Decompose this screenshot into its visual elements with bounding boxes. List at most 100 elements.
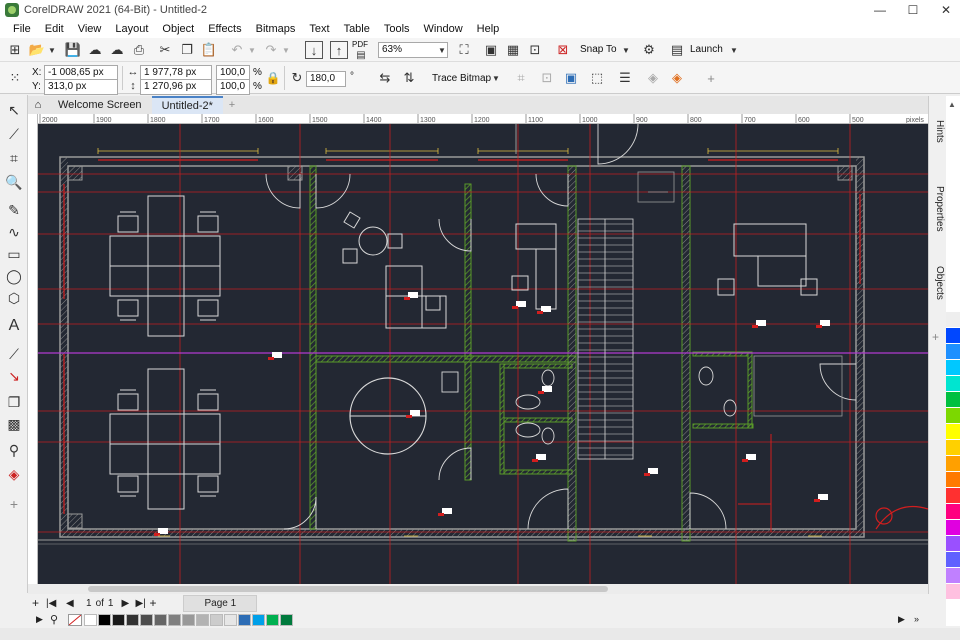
vertical-palette-swatch[interactable]	[946, 584, 960, 600]
add-docker-icon[interactable]: +	[932, 330, 939, 344]
undo-icon[interactable]: ↶	[228, 41, 246, 59]
pick-tool-icon[interactable]: ↖	[5, 101, 23, 119]
vertical-palette-swatch[interactable]	[946, 568, 960, 584]
snap-off-icon[interactable]: ⊠	[554, 41, 572, 59]
shape-tool-icon[interactable]: ⟋	[5, 125, 23, 143]
trace-bitmap-dropdown-icon[interactable]: ▼	[492, 74, 500, 83]
arrange-icon[interactable]: ◈	[668, 69, 686, 87]
layers-icon[interactable]: ◈	[644, 69, 662, 87]
rectangle-tool-icon[interactable]: ▭	[5, 245, 23, 263]
undo-dropdown-icon[interactable]: ▼	[248, 46, 256, 55]
crop-bitmap-icon[interactable]: ⌗	[512, 69, 530, 87]
scale-height-field[interactable]: 100,0	[216, 79, 250, 95]
paste-icon[interactable]: 📋	[200, 41, 218, 59]
menu-window[interactable]: Window	[417, 23, 470, 35]
vertical-palette-swatch[interactable]	[946, 536, 960, 552]
menu-table[interactable]: Table	[337, 23, 377, 35]
vertical-palette-swatch[interactable]	[946, 360, 960, 376]
palette-swatch[interactable]	[168, 614, 181, 626]
copy-icon[interactable]: ❐	[178, 41, 196, 59]
snap-to-button[interactable]: Snap To	[580, 44, 617, 55]
page-1-tab[interactable]: Page 1	[183, 594, 258, 612]
vertical-palette-swatch[interactable]	[946, 488, 960, 504]
palette-swatch[interactable]	[84, 614, 97, 626]
next-page-icon[interactable]: ▶	[121, 598, 135, 609]
drop-shadow-tool-icon[interactable]: ❐	[5, 393, 23, 411]
palette-scroll-right-icon[interactable]: ▶	[898, 614, 905, 625]
palette-swatch[interactable]	[210, 614, 223, 626]
wrap-text-icon[interactable]: ☰	[616, 69, 634, 87]
bitmap-border-icon[interactable]: ⬚	[588, 69, 606, 87]
add-page-before-icon[interactable]: +	[32, 596, 46, 610]
maximize-button[interactable]: ☐	[899, 0, 927, 20]
polygon-tool-icon[interactable]: ⬡	[5, 289, 23, 307]
mirror-vertical-icon[interactable]: ⇅	[400, 69, 418, 87]
print-icon[interactable]: ⎙	[130, 41, 148, 59]
save-icon[interactable]: 💾	[64, 41, 82, 59]
crop-tool-icon[interactable]: ⌗	[5, 149, 23, 167]
vertical-palette-swatch[interactable]	[946, 328, 960, 344]
vertical-palette-swatch[interactable]	[946, 296, 960, 312]
palette-scroll-up-icon[interactable]: ▲	[948, 100, 956, 109]
full-screen-icon[interactable]: ▣	[482, 41, 500, 59]
horizontal-scroll-thumb[interactable]	[88, 586, 608, 592]
last-page-icon[interactable]: ▶|	[135, 598, 149, 609]
add-page-after-icon[interactable]: +	[149, 596, 163, 610]
cloud-upload-icon[interactable]: ☁	[86, 41, 104, 59]
eyedropper-tool-icon[interactable]: ⚲	[5, 441, 23, 459]
add-tool-icon[interactable]: +	[5, 495, 23, 513]
parallel-dimension-tool-icon[interactable]: ⟋	[5, 345, 23, 363]
horizontal-scrollbar[interactable]	[28, 584, 932, 594]
text-tool-icon[interactable]: A	[5, 317, 23, 335]
menu-tools[interactable]: Tools	[377, 23, 417, 35]
palette-swatch[interactable]	[252, 614, 265, 626]
palette-swatch[interactable]	[224, 614, 237, 626]
mirror-horizontal-icon[interactable]: ⇆	[376, 69, 394, 87]
export-icon[interactable]: ↑	[330, 41, 348, 59]
vertical-palette-swatch[interactable]	[946, 456, 960, 472]
palette-swatch[interactable]	[266, 614, 279, 626]
freehand-tool-icon[interactable]: ✎	[5, 201, 23, 219]
tab-welcome-screen[interactable]: Welcome Screen	[48, 96, 152, 114]
menu-text[interactable]: Text	[302, 23, 336, 35]
palette-expand-icon[interactable]: »	[914, 614, 919, 624]
cloud-download-icon[interactable]: ☁	[108, 41, 126, 59]
vertical-palette-swatch[interactable]	[946, 408, 960, 424]
vertical-palette-swatch[interactable]	[946, 472, 960, 488]
palette-swatch[interactable]	[238, 614, 251, 626]
open-folder-icon[interactable]: 📂	[28, 41, 46, 59]
snap-to-dropdown-icon[interactable]: ▼	[622, 46, 630, 55]
objects-docker-tab[interactable]: Objects	[931, 266, 945, 300]
reference-point-icon[interactable]: ⁙	[6, 69, 24, 87]
height-field[interactable]: 1 270,96 px	[140, 79, 212, 95]
zoom-to-page-icon[interactable]: ⛶	[455, 41, 473, 59]
vertical-palette-swatch[interactable]	[946, 552, 960, 568]
zoom-tool-icon[interactable]: 🔍	[5, 173, 23, 191]
transparency-tool-icon[interactable]: ▩	[5, 415, 23, 433]
hints-docker-tab[interactable]: Hints	[931, 120, 945, 143]
palette-swatch[interactable]	[126, 614, 139, 626]
menu-edit[interactable]: Edit	[38, 23, 71, 35]
menu-view[interactable]: View	[71, 23, 109, 35]
menu-bitmaps[interactable]: Bitmaps	[249, 23, 303, 35]
edit-bitmap-icon[interactable]: ⊡	[538, 69, 556, 87]
eyedropper-icon[interactable]: ⚲	[50, 613, 58, 626]
no-color-swatch[interactable]	[68, 614, 82, 626]
interactive-fill-tool-icon[interactable]: ◈	[5, 465, 23, 483]
vertical-palette-swatch[interactable]	[946, 344, 960, 360]
zoom-dropdown-icon[interactable]: ▼	[438, 46, 446, 55]
resample-icon[interactable]: ▣	[562, 69, 580, 87]
connector-tool-icon[interactable]: ↘	[5, 367, 23, 385]
vertical-ruler[interactable]	[28, 114, 38, 584]
launch-icon[interactable]: ▤	[668, 41, 686, 59]
vertical-palette-swatch[interactable]	[946, 504, 960, 520]
cut-icon[interactable]: ✂	[156, 41, 174, 59]
menu-effects[interactable]: Effects	[201, 23, 248, 35]
menu-layout[interactable]: Layout	[108, 23, 155, 35]
properties-docker-tab[interactable]: Properties	[931, 186, 945, 232]
smart-drawing-tool-icon[interactable]: ∿	[5, 223, 23, 241]
rotation-angle-field[interactable]: 180,0	[306, 71, 346, 87]
import-icon[interactable]: ↓	[305, 41, 323, 59]
prev-page-icon[interactable]: ◀	[66, 598, 82, 609]
new-tab-button[interactable]: +	[222, 96, 241, 114]
